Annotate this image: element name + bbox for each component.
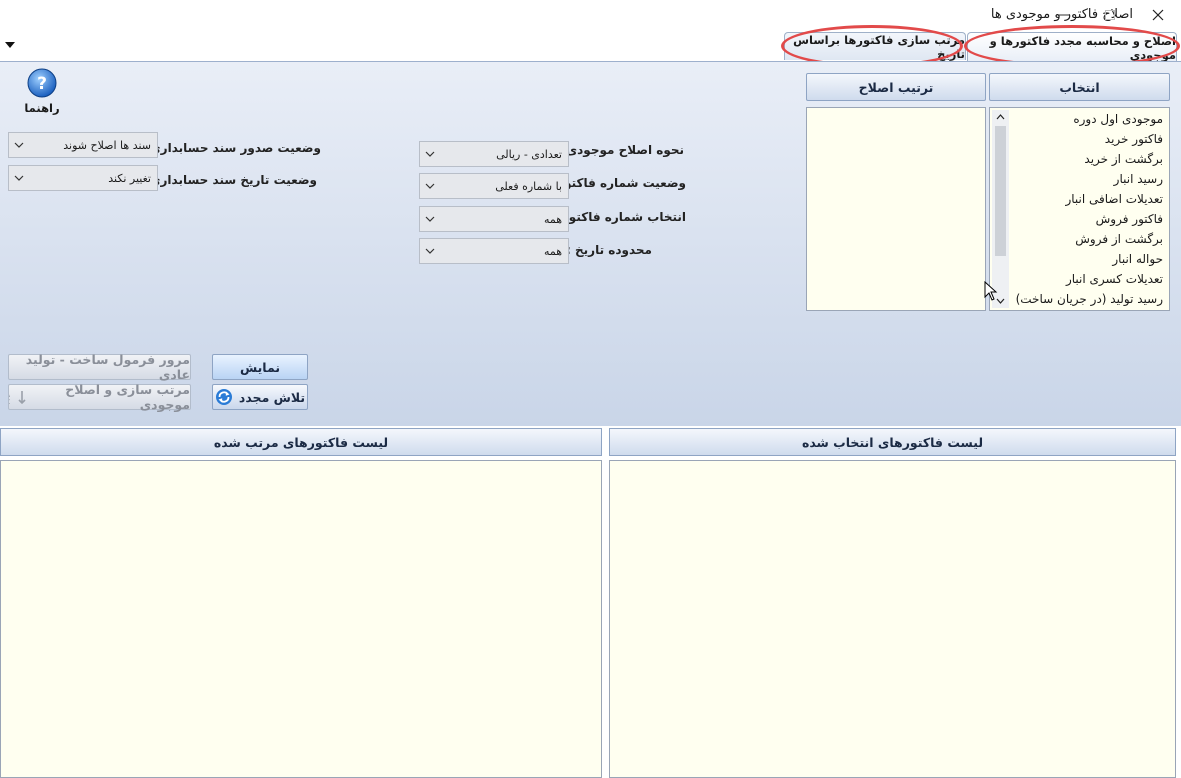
retry-button[interactable]: تلاش مجدد — [212, 384, 308, 410]
inventory-method-select[interactable]: تعدادی - ریالی — [419, 141, 569, 167]
select-value: تعدادی - ریالی — [496, 147, 562, 161]
list-item[interactable]: حواله انبار — [1010, 249, 1169, 269]
list-item[interactable]: تعدیلات اضافی انبار — [1010, 189, 1169, 209]
chevron-down-icon — [420, 174, 440, 198]
list-item[interactable]: تعدیلات کسری انبار — [1010, 269, 1169, 289]
invoice-number-select[interactable]: همه — [419, 206, 569, 232]
scrollbar[interactable] — [992, 110, 1009, 308]
selection-listbox[interactable]: موجودی اول دوره فاکتور خرید برگشت از خری… — [989, 107, 1170, 311]
invoice-number-select-label: انتخاب شماره فاکتور : — [552, 210, 686, 224]
tab-fix-invoices[interactable]: اصلاح و محاسبه مجدد فاکتورها و موجودی — [967, 32, 1177, 62]
mouse-cursor-icon — [984, 281, 998, 301]
show-button-label: نمایش — [239, 359, 281, 375]
selection-header-button[interactable]: انتخاب — [989, 73, 1170, 101]
list-item[interactable]: فاکتور فروش — [1010, 209, 1169, 229]
scroll-up-icon[interactable] — [996, 114, 1005, 120]
sorted-invoices-label: لیست فاکتورهای مرتب شده — [213, 434, 389, 450]
help-label: راهنما — [24, 101, 60, 115]
title-bar: اصلاح فاکتور و موجودی ها — [0, 0, 1181, 30]
sort-and-fix-button[interactable]: مرتب سازی و اصلاح موجودی A Z — [8, 382, 191, 412]
close-icon — [1152, 9, 1164, 21]
sorted-invoices-grid[interactable] — [0, 460, 602, 778]
invoice-number-status-select[interactable]: با شماره فعلی — [419, 173, 569, 199]
order-header-button[interactable]: ترتیب اصلاح — [806, 73, 986, 101]
list-item[interactable]: برگشت از فروش — [1010, 229, 1169, 249]
help-button[interactable]: ? — [26, 67, 58, 99]
sort-and-fix-label: مرتب سازی و اصلاح موجودی — [65, 382, 190, 412]
date-range-label: محدوده تاریخ : — [566, 243, 652, 257]
tab-label: اصلاح و محاسبه مجدد فاکتورها و موجودی — [989, 33, 1176, 62]
minimize-button[interactable] — [1041, 0, 1087, 30]
show-button[interactable]: نمایش — [212, 354, 308, 380]
list-item[interactable]: فاکتور خرید — [1010, 129, 1169, 149]
selected-invoices-label: لیست فاکتورهای انتخاب شده — [801, 434, 984, 450]
svg-text:?: ? — [37, 74, 47, 94]
chevron-down-icon — [420, 239, 440, 263]
maximize-button[interactable] — [1087, 0, 1133, 30]
sort-icon: A Z — [9, 391, 26, 405]
select-value: سند ها اصلاح شوند — [63, 138, 151, 152]
select-value: همه — [543, 244, 562, 258]
tab-sort-invoices[interactable]: مرتب سازی فاکتورها براساس تاریخ — [784, 32, 966, 61]
voucher-issue-status-label: وضعیت صدور سند حسابداری : — [140, 141, 321, 155]
chevron-down-icon — [9, 133, 29, 157]
list-item[interactable]: موجودی اول دوره — [1010, 109, 1169, 129]
date-range-select[interactable]: همه — [419, 238, 569, 264]
minimize-icon — [1059, 14, 1069, 16]
list-item[interactable]: رسید تولید (در جریان ساخت) — [1010, 289, 1169, 309]
select-value: با شماره فعلی — [495, 179, 562, 193]
retry-button-label: تلاش مجدد — [238, 389, 306, 405]
dropdown-arrow-icon[interactable] — [4, 41, 16, 49]
review-formula-button[interactable]: مرور فرمول ساخت - تولید عادی — [8, 352, 191, 382]
chevron-down-icon — [9, 166, 29, 190]
chevron-down-icon — [420, 142, 440, 166]
selected-invoices-grid[interactable] — [609, 460, 1176, 778]
scroll-thumb[interactable] — [995, 126, 1006, 256]
select-value: همه — [543, 212, 562, 226]
voucher-date-status-label: وضعیت تاریخ سند حسابداری : — [140, 173, 317, 187]
chevron-down-icon — [420, 207, 440, 231]
tab-label: مرتب سازی فاکتورها براساس تاریخ — [793, 32, 965, 61]
order-listbox[interactable] — [806, 107, 986, 311]
selection-header-label: انتخاب — [1059, 79, 1100, 95]
list-item[interactable]: برگشت از خرید — [1010, 149, 1169, 169]
review-formula-label: مرور فرمول ساخت - تولید عادی — [25, 352, 190, 382]
order-header-label: ترتیب اصلاح — [858, 79, 934, 95]
selected-invoices-header[interactable]: لیست فاکتورهای انتخاب شده — [609, 428, 1176, 456]
maximize-icon — [1105, 10, 1115, 20]
voucher-date-status-select[interactable]: تغییر نکند — [8, 165, 158, 191]
refresh-icon — [215, 389, 232, 405]
sorted-invoices-header[interactable]: لیست فاکتورهای مرتب شده — [0, 428, 602, 456]
list-item[interactable]: رسید انبار — [1010, 169, 1169, 189]
close-button[interactable] — [1135, 0, 1181, 30]
select-value: تغییر نکند — [108, 171, 151, 185]
help-icon: ? — [27, 68, 57, 98]
inventory-method-label: نحوه اصلاح موجودی : — [557, 143, 684, 157]
svg-text:Z: Z — [9, 398, 10, 405]
voucher-issue-status-select[interactable]: سند ها اصلاح شوند — [8, 132, 158, 158]
invoice-number-status-label: وضعیت شماره فاکتور : — [548, 176, 686, 190]
